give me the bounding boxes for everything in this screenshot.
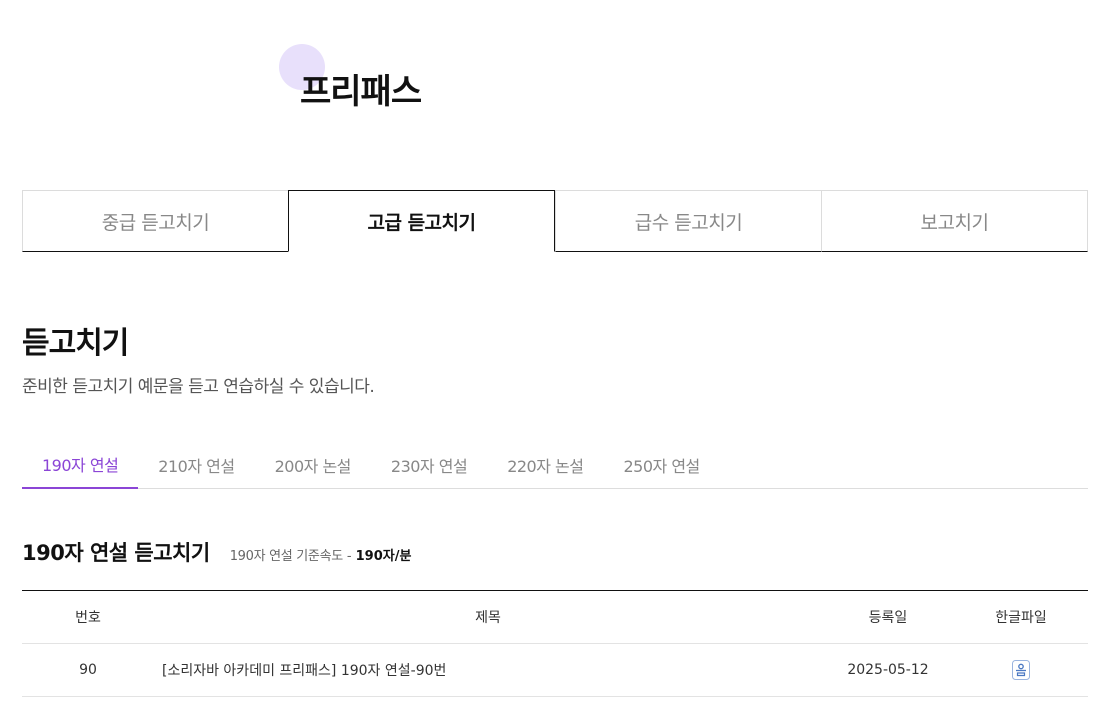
row-date: 2025-05-12 [847,662,929,678]
row-title-link[interactable]: [소리자바 아카데미 프리패스] 190자 연설-90번 [154,660,822,680]
tab-view-typing[interactable]: 보고치기 [821,190,1088,252]
section-title: 듣고치기 [22,326,129,361]
table-row[interactable]: 90 [소리자바 아카데미 프리패스] 190자 연설-90번 2025-05-… [22,644,1088,697]
list-title: 190자 연설 듣고치기 [22,541,210,565]
hwp-file-icon[interactable] [1011,659,1031,681]
speed-label: 190자 연설 기준속도 [229,549,344,564]
exercise-table: 번호 제목 등록일 한글파일 90 [소리자바 아카데미 프리패스] 190자 … [22,590,1088,697]
speed-separator: - [346,549,352,564]
subtab-190-speech[interactable]: 190자 연설 [22,440,139,489]
tab-grade-listening[interactable]: 급수 듣고치기 [555,190,821,252]
header-number: 번호 [75,610,101,626]
subtab-230-speech[interactable]: 230자 연설 [371,440,487,489]
header-file: 한글파일 [995,610,1047,626]
speed-value: 190자/분 [355,549,412,564]
page-title: 프리패스 [300,72,422,112]
tab-advanced-listening[interactable]: 고급 듣고치기 [288,190,555,252]
header-title: 제목 [475,610,501,626]
tab-intermediate-listening[interactable]: 중급 듣고치기 [22,190,288,252]
subtab-200-editorial[interactable]: 200자 논설 [255,440,371,489]
subtab-250-speech[interactable]: 250자 연설 [603,440,719,489]
row-file-cell [954,659,1088,681]
subtab-220-editorial[interactable]: 220자 논설 [487,440,603,489]
header-date: 등록일 [868,610,908,626]
row-number: 90 [79,662,97,678]
main-tabs: 중급 듣고치기 고급 듣고치기 급수 듣고치기 보고치기 [22,190,1088,252]
subtab-210-speech[interactable]: 210자 연설 [138,440,254,489]
page-header: 프리패스 [279,44,479,114]
list-header: 190자 연설 듣고치기 190자 연설 기준속도 - 190자/분 [22,537,411,567]
table-header-row: 번호 제목 등록일 한글파일 [22,591,1088,644]
sub-tabs: 190자 연설 210자 연설 200자 논설 230자 연설 220자 논설 … [22,440,1088,489]
section-description: 준비한 듣고치기 예문을 듣고 연습하실 수 있습니다. [22,377,375,397]
